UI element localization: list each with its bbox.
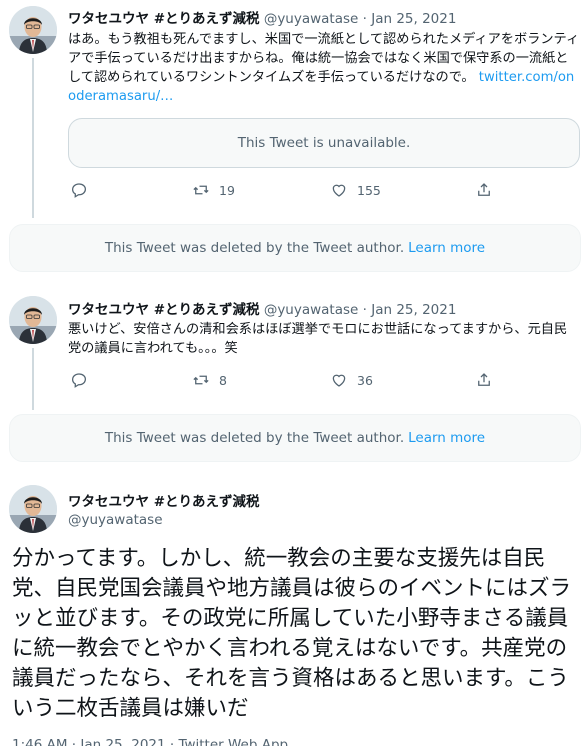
reply-icon	[71, 183, 87, 198]
learn-more-link[interactable]: Learn more	[408, 430, 485, 446]
avatar[interactable]	[9, 485, 57, 533]
share-icon	[478, 373, 490, 386]
main-tweet-footer[interactable]: 1:46 AM · Jan 25, 2021 · Twitter Web App	[12, 737, 288, 746]
tweet-text: 悪いけど、安倍さんの清和会系はほぼ選挙でモロにお世話になってますから、元自民党の…	[68, 320, 580, 358]
avatar[interactable]	[9, 6, 57, 54]
thread-line	[32, 348, 34, 410]
handle[interactable]: @yuyawatase	[264, 302, 359, 318]
tweet[interactable]: ワタセユウヤ #とりあえず減税 @yuyawatase · Jan 25, 20…	[0, 290, 583, 412]
deleted-notice-text: This Tweet was deleted by the Tweet auth…	[104, 240, 405, 256]
handle[interactable]: @yuyawatase	[264, 11, 359, 27]
reply-button[interactable]	[70, 181, 97, 199]
tweet-date[interactable]: Jan 25, 2021	[371, 302, 456, 318]
display-name[interactable]: ワタセユウヤ #とりあえず減税	[68, 302, 260, 318]
separator: ·	[362, 302, 367, 318]
avatar[interactable]	[9, 296, 57, 344]
share-button[interactable]	[475, 371, 493, 389]
thread-line	[32, 58, 34, 218]
retweet-count: 8	[219, 372, 227, 388]
main-tweet-text: 分かってます。しかし、統一教会の主要な支援先は自民党、自民党国会議員や地方議員は…	[12, 546, 572, 721]
deleted-notice-text: This Tweet was deleted by the Tweet auth…	[104, 430, 405, 446]
main-display-name[interactable]: ワタセユウヤ #とりあえず減税	[68, 490, 260, 510]
deleted-tweet-notice: This Tweet was deleted by the Tweet auth…	[9, 224, 581, 272]
main-handle[interactable]: @yuyawatase	[68, 512, 163, 528]
like-icon	[332, 374, 346, 387]
tweet-header: ワタセユウヤ #とりあえず減税 @yuyawatase · Jan 25, 20…	[68, 298, 456, 318]
tweet-date[interactable]: Jan 25, 2021	[371, 11, 456, 27]
retweet-button[interactable]: 19	[192, 181, 235, 199]
share-button[interactable]	[475, 181, 493, 199]
tweet[interactable]: ワタセユウヤ #とりあえず減税 @yuyawatase · Jan 25, 20…	[0, 0, 583, 220]
like-count: 36	[357, 372, 373, 388]
reply-button[interactable]	[70, 371, 97, 389]
learn-more-link[interactable]: Learn more	[408, 240, 485, 256]
tweet-actions: 19 155	[68, 181, 490, 201]
like-count: 155	[357, 182, 381, 198]
quoted-tweet-unavailable[interactable]: This Tweet is unavailable.	[68, 118, 580, 168]
like-button[interactable]: 36	[330, 371, 373, 389]
separator: ·	[362, 11, 367, 27]
share-icon	[478, 183, 490, 196]
like-button[interactable]: 155	[330, 181, 381, 199]
deleted-tweet-notice: This Tweet was deleted by the Tweet auth…	[9, 414, 581, 462]
tweet-text: はあ。もう教祖も死んでますし、米国で一流紙として認められたメディアをボランティア…	[68, 30, 580, 106]
retweet-count: 19	[219, 182, 235, 198]
like-icon	[332, 184, 346, 197]
reply-icon	[71, 373, 87, 388]
tweet-actions: 8 36	[68, 371, 490, 391]
tweet-header: ワタセユウヤ #とりあえず減税 @yuyawatase · Jan 25, 20…	[68, 7, 456, 27]
retweet-icon	[193, 185, 209, 195]
display-name[interactable]: ワタセユウヤ #とりあえず減税	[68, 11, 260, 27]
retweet-button[interactable]: 8	[192, 371, 227, 389]
retweet-icon	[193, 375, 209, 385]
tweet-body: 悪いけど、安倍さんの清和会系はほぼ選挙でモロにお世話になってますから、元自民党の…	[68, 322, 568, 356]
quote-unavailable-text: This Tweet is unavailable.	[237, 135, 411, 151]
